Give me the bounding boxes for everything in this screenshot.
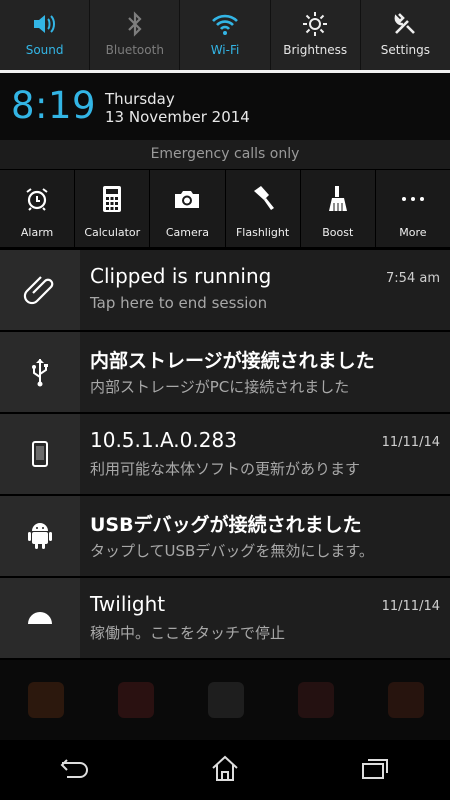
qs-wifi-label: Wi-Fi	[210, 43, 240, 57]
background-app-shape	[208, 682, 244, 718]
notification-subtitle: タップしてUSBデバッグを無効にします。	[90, 542, 374, 560]
clock-time[interactable]: 8:19	[11, 84, 96, 127]
tool-more-label: More	[399, 226, 427, 239]
notification-title: 10.5.1.A.0.283	[90, 428, 237, 452]
tool-flashlight-button[interactable]: Flashlight	[226, 170, 301, 247]
background-app-shape	[388, 682, 424, 718]
paperclip-icon	[0, 250, 80, 330]
tool-calculator-label: Calculator	[84, 226, 141, 239]
qs-bluetooth-label: Bluetooth	[105, 43, 164, 57]
notification-list: Clipped is running Tap here to end sessi…	[0, 250, 450, 660]
tool-boost-label: Boost	[322, 226, 354, 239]
navigation-bar	[0, 740, 450, 800]
notification-item[interactable]: 内部ストレージが接続されました 内部ストレージがPCに接続されました	[0, 332, 450, 412]
tool-camera-button[interactable]: Camera	[150, 170, 226, 247]
background-app-shape	[118, 682, 154, 718]
notification-time: 7:54 am	[386, 271, 440, 286]
notification-title: 内部ストレージが接続されました	[90, 350, 375, 372]
wrench-icon	[390, 9, 420, 39]
speaker-icon	[30, 9, 60, 39]
tool-boost-button[interactable]: Boost	[301, 170, 376, 247]
notification-title: Twilight	[90, 592, 166, 616]
tool-calculator-button[interactable]: Calculator	[75, 170, 151, 247]
bluetooth-icon	[120, 9, 150, 39]
more-dots-icon	[398, 184, 428, 214]
recent-apps-icon	[360, 756, 390, 784]
android-icon	[0, 496, 80, 576]
date-label: 13 November 2014	[105, 108, 250, 126]
qs-settings-button[interactable]: Settings	[361, 0, 450, 72]
half-circle-icon	[0, 578, 80, 658]
notification-item[interactable]: USBデバッグが接続されました タップしてUSBデバッグを無効にします。	[0, 496, 450, 576]
tools-row: Alarm Calculator Camera Flashlight Boost…	[0, 169, 450, 247]
notification-item[interactable]: Twilight 稼働中。ここをタッチで停止 11/11/14	[0, 578, 450, 658]
tool-more-button[interactable]: More	[376, 170, 450, 247]
background-app-shape	[298, 682, 334, 718]
camera-icon	[172, 184, 202, 214]
qs-brightness-label: Brightness	[283, 43, 348, 57]
phone-icon	[0, 414, 80, 494]
notification-subtitle: 内部ストレージがPCに接続されました	[90, 378, 350, 396]
day-label: Thursday	[105, 90, 175, 108]
notification-item[interactable]: Clipped is running Tap here to end sessi…	[0, 250, 450, 330]
background-app-shape	[28, 682, 64, 718]
tool-alarm-label: Alarm	[20, 226, 54, 239]
broom-icon	[323, 184, 353, 214]
qs-sound-label: Sound	[25, 43, 64, 57]
quick-settings-bar: Sound Bluetooth Wi-Fi Brightness Setting…	[0, 0, 450, 72]
notification-title: Clipped is running	[90, 264, 272, 288]
notification-subtitle: 利用可能な本体ソフトの更新があります	[90, 460, 361, 478]
home-icon	[210, 754, 240, 786]
qs-sound-toggle[interactable]: Sound	[0, 0, 91, 72]
tool-alarm-button[interactable]: Alarm	[0, 170, 76, 247]
qs-settings-label: Settings	[380, 43, 431, 57]
home-button[interactable]	[195, 745, 255, 795]
brightness-icon	[300, 9, 330, 39]
notification-subtitle: 稼働中。ここをタッチで停止	[90, 624, 286, 642]
back-button[interactable]	[45, 745, 105, 795]
calculator-icon	[97, 184, 127, 214]
notification-time: 11/11/14	[381, 599, 440, 614]
notification-item[interactable]: 10.5.1.A.0.283 利用可能な本体ソフトの更新があります 11/11/…	[0, 414, 450, 494]
tool-flashlight-label: Flashlight	[235, 226, 290, 239]
recents-button[interactable]	[345, 745, 405, 795]
clock-header: 8:19 Thursday 13 November 2014	[0, 73, 450, 140]
notification-title: USBデバッグが接続されました	[90, 514, 362, 536]
usb-icon	[0, 332, 80, 412]
alarm-clock-icon	[22, 184, 52, 214]
back-arrow-icon	[59, 757, 91, 783]
flashlight-icon	[248, 184, 278, 214]
emergency-status: Emergency calls only	[0, 140, 450, 169]
qs-bluetooth-toggle[interactable]: Bluetooth	[90, 0, 181, 72]
tool-camera-label: Camera	[165, 226, 210, 239]
notification-time: 11/11/14	[381, 435, 440, 450]
qs-brightness-toggle[interactable]: Brightness	[271, 0, 361, 72]
wifi-icon	[210, 9, 240, 39]
qs-wifi-toggle[interactable]: Wi-Fi	[180, 0, 271, 72]
notification-subtitle: Tap here to end session	[90, 294, 268, 312]
